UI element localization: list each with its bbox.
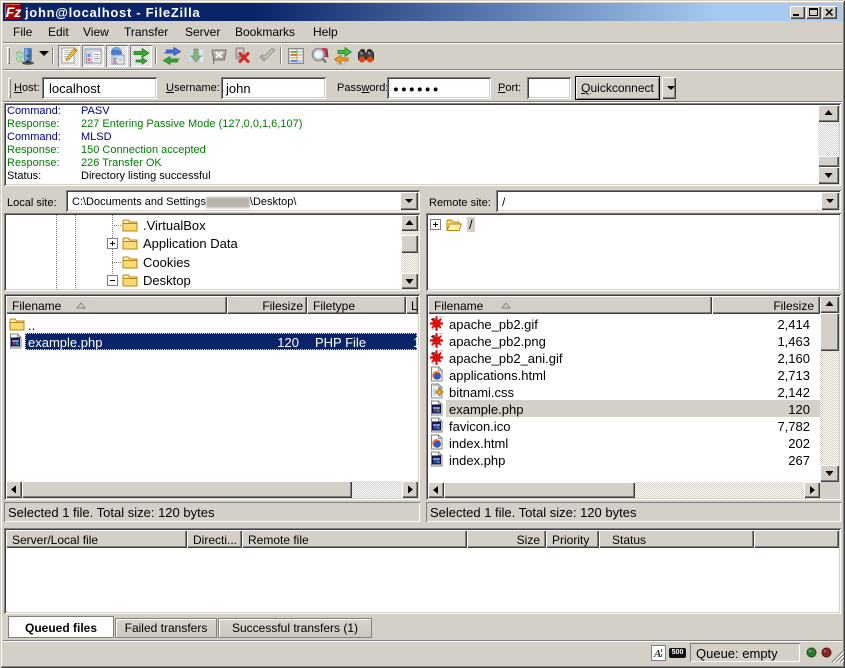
svg-text:Fz: Fz — [6, 4, 21, 20]
svg-text:A: A — [653, 648, 661, 660]
